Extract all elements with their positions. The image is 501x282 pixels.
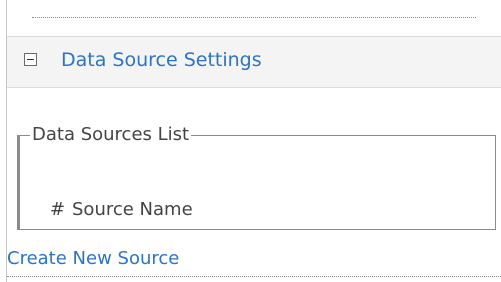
create-new-source-link[interactable]: Create New Source — [7, 248, 179, 270]
list-header-row: # Source Name — [50, 199, 193, 221]
settings-panel: Data Source Settings Data Sources List #… — [0, 0, 501, 282]
dotted-separator-top — [32, 17, 476, 18]
dotted-separator-bottom — [7, 276, 501, 277]
column-header-number: # — [50, 199, 66, 220]
section-title[interactable]: Data Source Settings — [61, 48, 262, 72]
data-sources-list-legend: Data Sources List — [32, 124, 190, 145]
data-sources-list: Data Sources List # Source Name — [17, 124, 496, 230]
collapse-toggle-button[interactable] — [24, 53, 37, 66]
minus-collapse-icon — [27, 59, 34, 60]
column-header-source-name: Source Name — [72, 199, 193, 220]
